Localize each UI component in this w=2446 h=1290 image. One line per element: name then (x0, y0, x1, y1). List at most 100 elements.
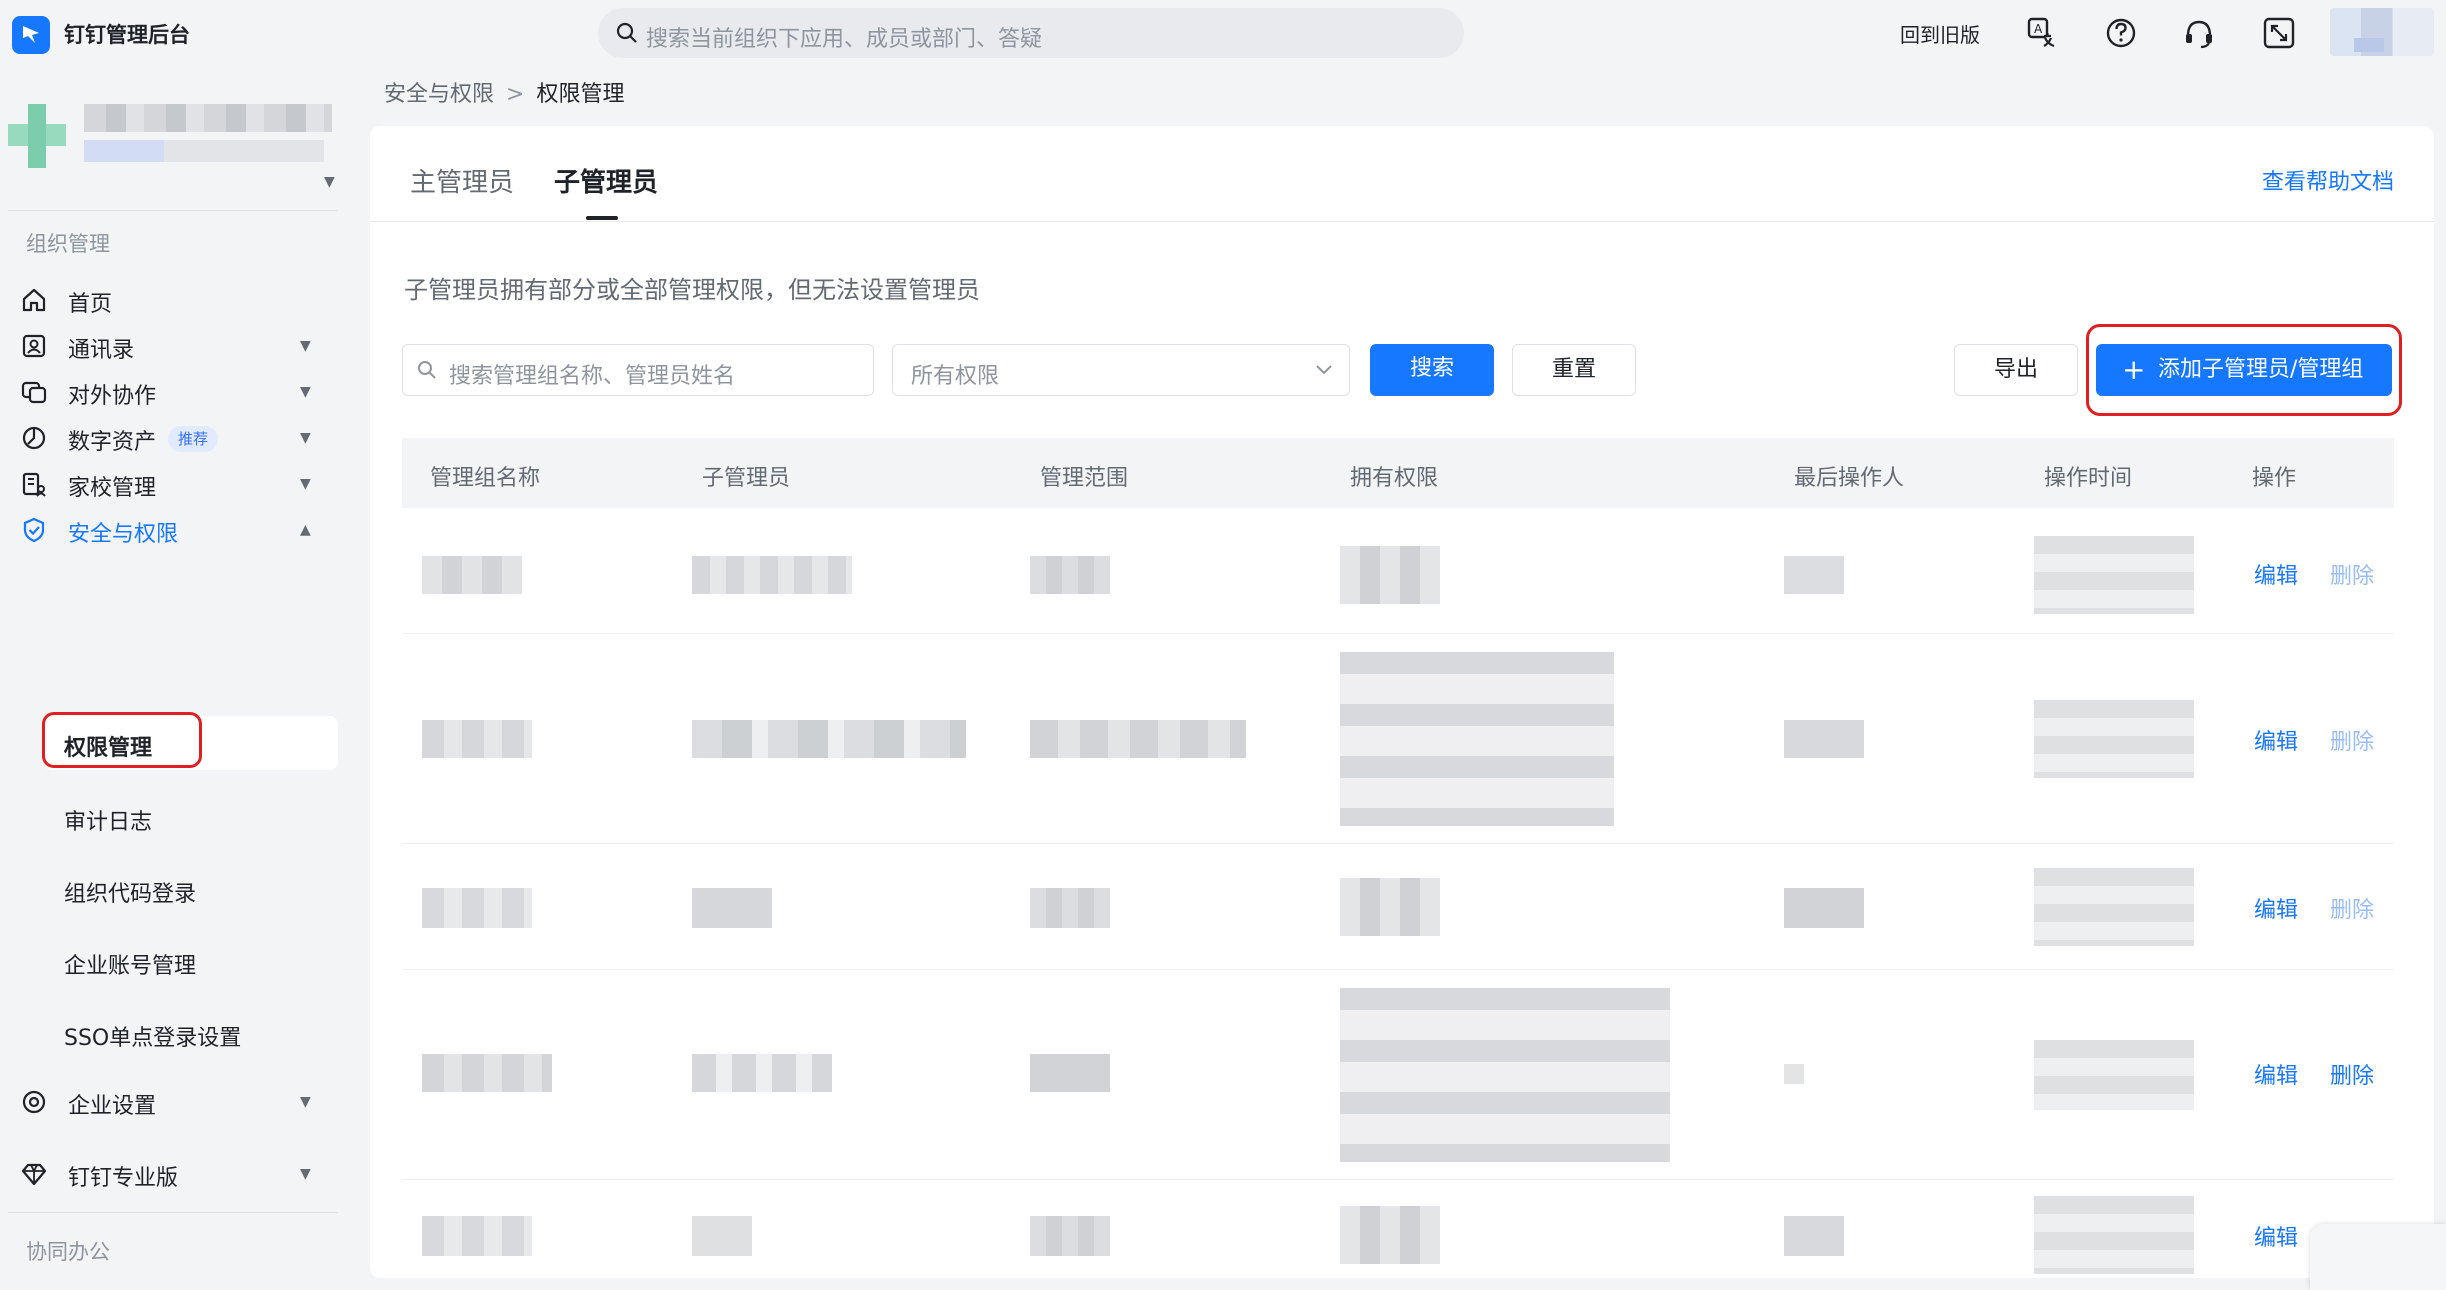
chevron-down-icon: ▼ (300, 476, 311, 492)
redacted-cell (422, 888, 532, 928)
admin-search-input[interactable]: 搜索管理组名称、管理员姓名 (402, 344, 874, 396)
delete-link[interactable]: 删除 (2330, 558, 2374, 590)
reset-button[interactable]: 重置 (1512, 344, 1636, 396)
select-placeholder: 所有权限 (911, 364, 1000, 389)
redacted-cell (1030, 720, 1246, 758)
redacted-cell (692, 556, 852, 594)
user-avatar[interactable] (2330, 8, 2434, 56)
sidebar-item-security[interactable]: 安全与权限 ▲ (0, 502, 340, 558)
redacted-cell (692, 720, 966, 758)
redacted-cell (422, 1216, 532, 1256)
subitem-label: SSO单点登录设置 (64, 1026, 242, 1051)
sidebar-subitem-org-code-login[interactable]: 组织代码登录 (44, 862, 338, 916)
help-docs-link[interactable]: 查看帮助文档 (2262, 164, 2394, 196)
search-placeholder: 搜索管理组名称、管理员姓名 (449, 364, 736, 389)
sidebar-item-enterprise-settings[interactable]: 企业设置 ▼ (0, 1074, 340, 1130)
sidebar-item-pro[interactable]: 钉钉专业版 ▼ (0, 1146, 340, 1202)
sidebar-item-label: 家校管理 (68, 476, 157, 501)
chevron-down-icon: ▼ (324, 174, 335, 190)
chevron-down-icon: ▼ (300, 1166, 311, 1182)
edit-link[interactable]: 编辑 (2254, 1058, 2298, 1090)
contacts-icon (22, 334, 46, 358)
translate-icon[interactable]: A (2026, 16, 2060, 50)
tab-main-admin[interactable]: 主管理员 (410, 162, 514, 199)
tab-sub-admin[interactable]: 子管理员 (554, 162, 658, 199)
floating-widget[interactable] (2310, 1224, 2446, 1290)
chevron-down-icon: ▼ (300, 384, 311, 400)
diamond-icon (21, 1163, 47, 1186)
sidebar-item-label: 通讯录 (68, 338, 135, 363)
chevron-down-icon: ▼ (300, 1094, 311, 1110)
chevron-down-icon (1316, 365, 1332, 375)
export-button[interactable]: 导出 (1954, 344, 2078, 396)
redacted-cell (1030, 888, 1110, 928)
back-to-old-version-link[interactable]: 回到旧版 (1900, 19, 1980, 48)
edit-link[interactable]: 编辑 (2254, 1220, 2298, 1252)
headset-icon[interactable] (2182, 16, 2216, 50)
sidebar-subitem-audit-log[interactable]: 审计日志 (44, 790, 338, 844)
delete-link[interactable]: 删除 (2330, 892, 2374, 924)
redacted-cell (1030, 1216, 1110, 1256)
divider (8, 210, 338, 211)
redacted-cell (1784, 720, 1864, 758)
org-logo-icon (8, 104, 66, 168)
sidebar-subitem-sso[interactable]: SSO单点登录设置 (44, 1006, 338, 1060)
sidebar-item-label: 首页 (68, 292, 113, 317)
school-icon (22, 472, 46, 497)
breadcrumb-current: 权限管理 (536, 82, 625, 107)
fullscreen-icon[interactable] (2262, 16, 2296, 50)
breadcrumb-parent[interactable]: 安全与权限 (384, 82, 494, 107)
redacted-cell (1030, 556, 1110, 594)
main-card: 主管理员 子管理员 查看帮助文档 子管理员拥有部分或全部管理权限，但无法设置管理… (370, 126, 2434, 1278)
edit-link[interactable]: 编辑 (2254, 724, 2298, 756)
group-title-org: 组织管理 (26, 232, 110, 256)
redacted-cell (692, 888, 772, 928)
subitem-label: 企业账号管理 (64, 954, 197, 979)
highlight-box (2086, 324, 2402, 416)
delete-link[interactable]: 删除 (2330, 1058, 2374, 1090)
table-row: 编辑 删除 (402, 844, 2394, 970)
global-search-input[interactable]: 搜索当前组织下应用、成员或部门、答疑 (598, 8, 1464, 58)
tabs-row: 主管理员 子管理员 查看帮助文档 (370, 126, 2434, 222)
global-search-placeholder: 搜索当前组织下应用、成员或部门、答疑 (646, 27, 1043, 52)
sidebar-subitem-enterprise-account[interactable]: 企业账号管理 (44, 934, 338, 988)
column-header: 子管理员 (702, 466, 791, 491)
external-icon (21, 381, 47, 404)
redacted-cell (1784, 888, 1864, 928)
search-button[interactable]: 搜索 (1370, 344, 1494, 396)
org-sub-redacted-2 (164, 140, 324, 162)
redacted-cell (692, 1054, 832, 1092)
active-tab-indicator (586, 216, 618, 220)
chevron-down-icon: ▼ (300, 430, 311, 446)
top-bar: 钉钉管理后台 搜索当前组织下应用、成员或部门、答疑 回到旧版 A (0, 0, 2446, 66)
table-row: 编辑 删除 (402, 634, 2394, 844)
edit-link[interactable]: 编辑 (2254, 892, 2298, 924)
sidebar-item-label: 对外协作 (68, 384, 157, 409)
search-icon (418, 361, 436, 379)
column-header: 最后操作人 (1794, 466, 1905, 491)
redacted-cell (1340, 546, 1440, 604)
dingtalk-logo-icon (12, 16, 50, 54)
redacted-cell (422, 556, 522, 594)
chevron-down-icon: ▼ (300, 338, 311, 354)
redacted-cell (2034, 536, 2194, 614)
redacted-cell (1784, 1064, 1804, 1084)
delete-link[interactable]: 删除 (2330, 724, 2374, 756)
org-switcher[interactable]: ▼ (8, 104, 338, 224)
recommend-badge: 推荐 (168, 426, 219, 452)
column-header: 操作时间 (2044, 466, 2133, 491)
edit-link[interactable]: 编辑 (2254, 558, 2298, 590)
home-icon (22, 288, 46, 312)
redacted-cell (1340, 652, 1614, 826)
app-title: 钉钉管理后台 (64, 23, 190, 47)
sidebar-item-label: 企业设置 (68, 1094, 157, 1119)
permission-select[interactable]: 所有权限 (892, 344, 1350, 396)
redacted-cell (1784, 556, 1844, 594)
highlight-box (42, 712, 202, 768)
column-header: 管理组名称 (430, 466, 541, 491)
group-title-collab: 协同办公 (26, 1240, 110, 1264)
assets-icon (22, 426, 46, 450)
help-icon[interactable] (2104, 16, 2138, 50)
divider (8, 1212, 338, 1213)
column-header: 管理范围 (1040, 466, 1129, 491)
